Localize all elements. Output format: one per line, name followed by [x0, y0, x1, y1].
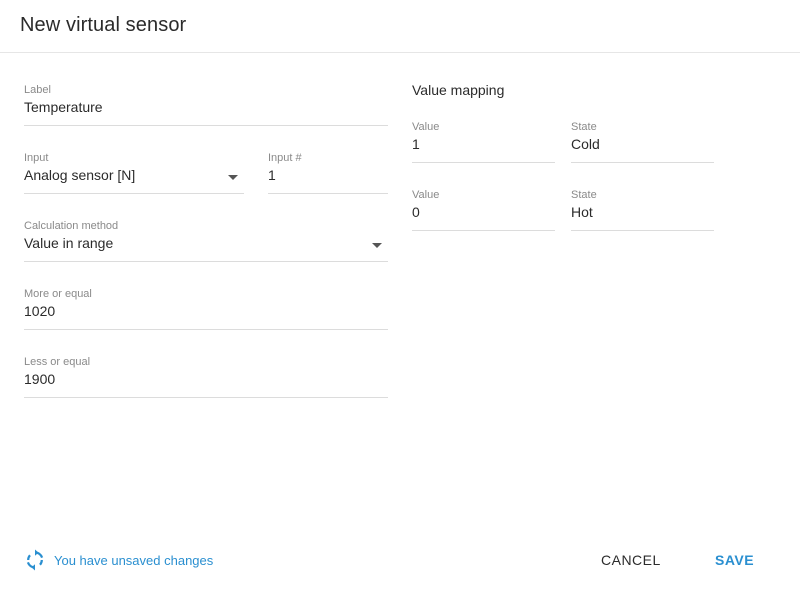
calculation-method-select[interactable]: Calculation method Value in range — [24, 220, 388, 262]
unsaved-changes-status: You have unsaved changes — [24, 548, 213, 572]
more-or-equal-field[interactable]: More or equal 1020 — [24, 288, 388, 330]
less-or-equal-value: 1900 — [24, 371, 56, 387]
dialog-title: New virtual sensor — [20, 14, 187, 36]
mapping-value-label: Value — [412, 189, 440, 201]
more-or-equal-label: More or equal — [24, 288, 92, 300]
caret-down-icon[interactable] — [372, 243, 382, 248]
input-select-label: Input — [24, 152, 49, 164]
input-number-label: Input # — [268, 152, 302, 164]
mapping-state: Hot — [571, 204, 593, 220]
less-or-equal-field[interactable]: Less or equal 1900 — [24, 356, 388, 398]
cancel-button[interactable]: CANCEL — [601, 548, 661, 572]
less-or-equal-label: Less or equal — [24, 356, 91, 368]
mapping-state: Cold — [571, 136, 600, 152]
dialog-header: New virtual sensor — [0, 0, 800, 53]
input-select-value: Analog sensor [N] — [24, 167, 136, 183]
input-number-value: 1 — [268, 167, 276, 183]
mapping-state-label: State — [571, 121, 597, 133]
label-field[interactable]: Label Temperature — [24, 84, 388, 126]
label-field-label: Label — [24, 84, 51, 96]
mapping-value-label: Value — [412, 121, 440, 133]
mapping-state-field[interactable]: State Cold — [571, 121, 714, 163]
label-field-value: Temperature — [24, 99, 103, 115]
input-number-field[interactable]: Input # 1 — [268, 152, 388, 194]
calculation-method-label: Calculation method — [24, 220, 119, 232]
more-or-equal-value: 1020 — [24, 303, 56, 319]
caret-down-icon[interactable] — [228, 175, 238, 180]
calculation-method-value: Value in range — [24, 235, 114, 251]
value-mapping-title: Value mapping — [412, 82, 505, 98]
unsaved-changes-text: You have unsaved changes — [54, 552, 214, 568]
mapping-value-field[interactable]: Value 1 — [412, 121, 555, 163]
mapping-value: 1 — [412, 136, 420, 152]
mapping-value: 0 — [412, 204, 420, 220]
sync-icon — [24, 549, 46, 571]
save-button[interactable]: SAVE — [715, 548, 754, 572]
mapping-state-label: State — [571, 189, 597, 201]
input-select[interactable]: Input Analog sensor [N] — [24, 152, 244, 194]
mapping-state-field[interactable]: State Hot — [571, 189, 714, 231]
mapping-value-field[interactable]: Value 0 — [412, 189, 555, 231]
new-virtual-sensor-dialog: New virtual sensor Label Temperature Inp… — [0, 0, 800, 600]
